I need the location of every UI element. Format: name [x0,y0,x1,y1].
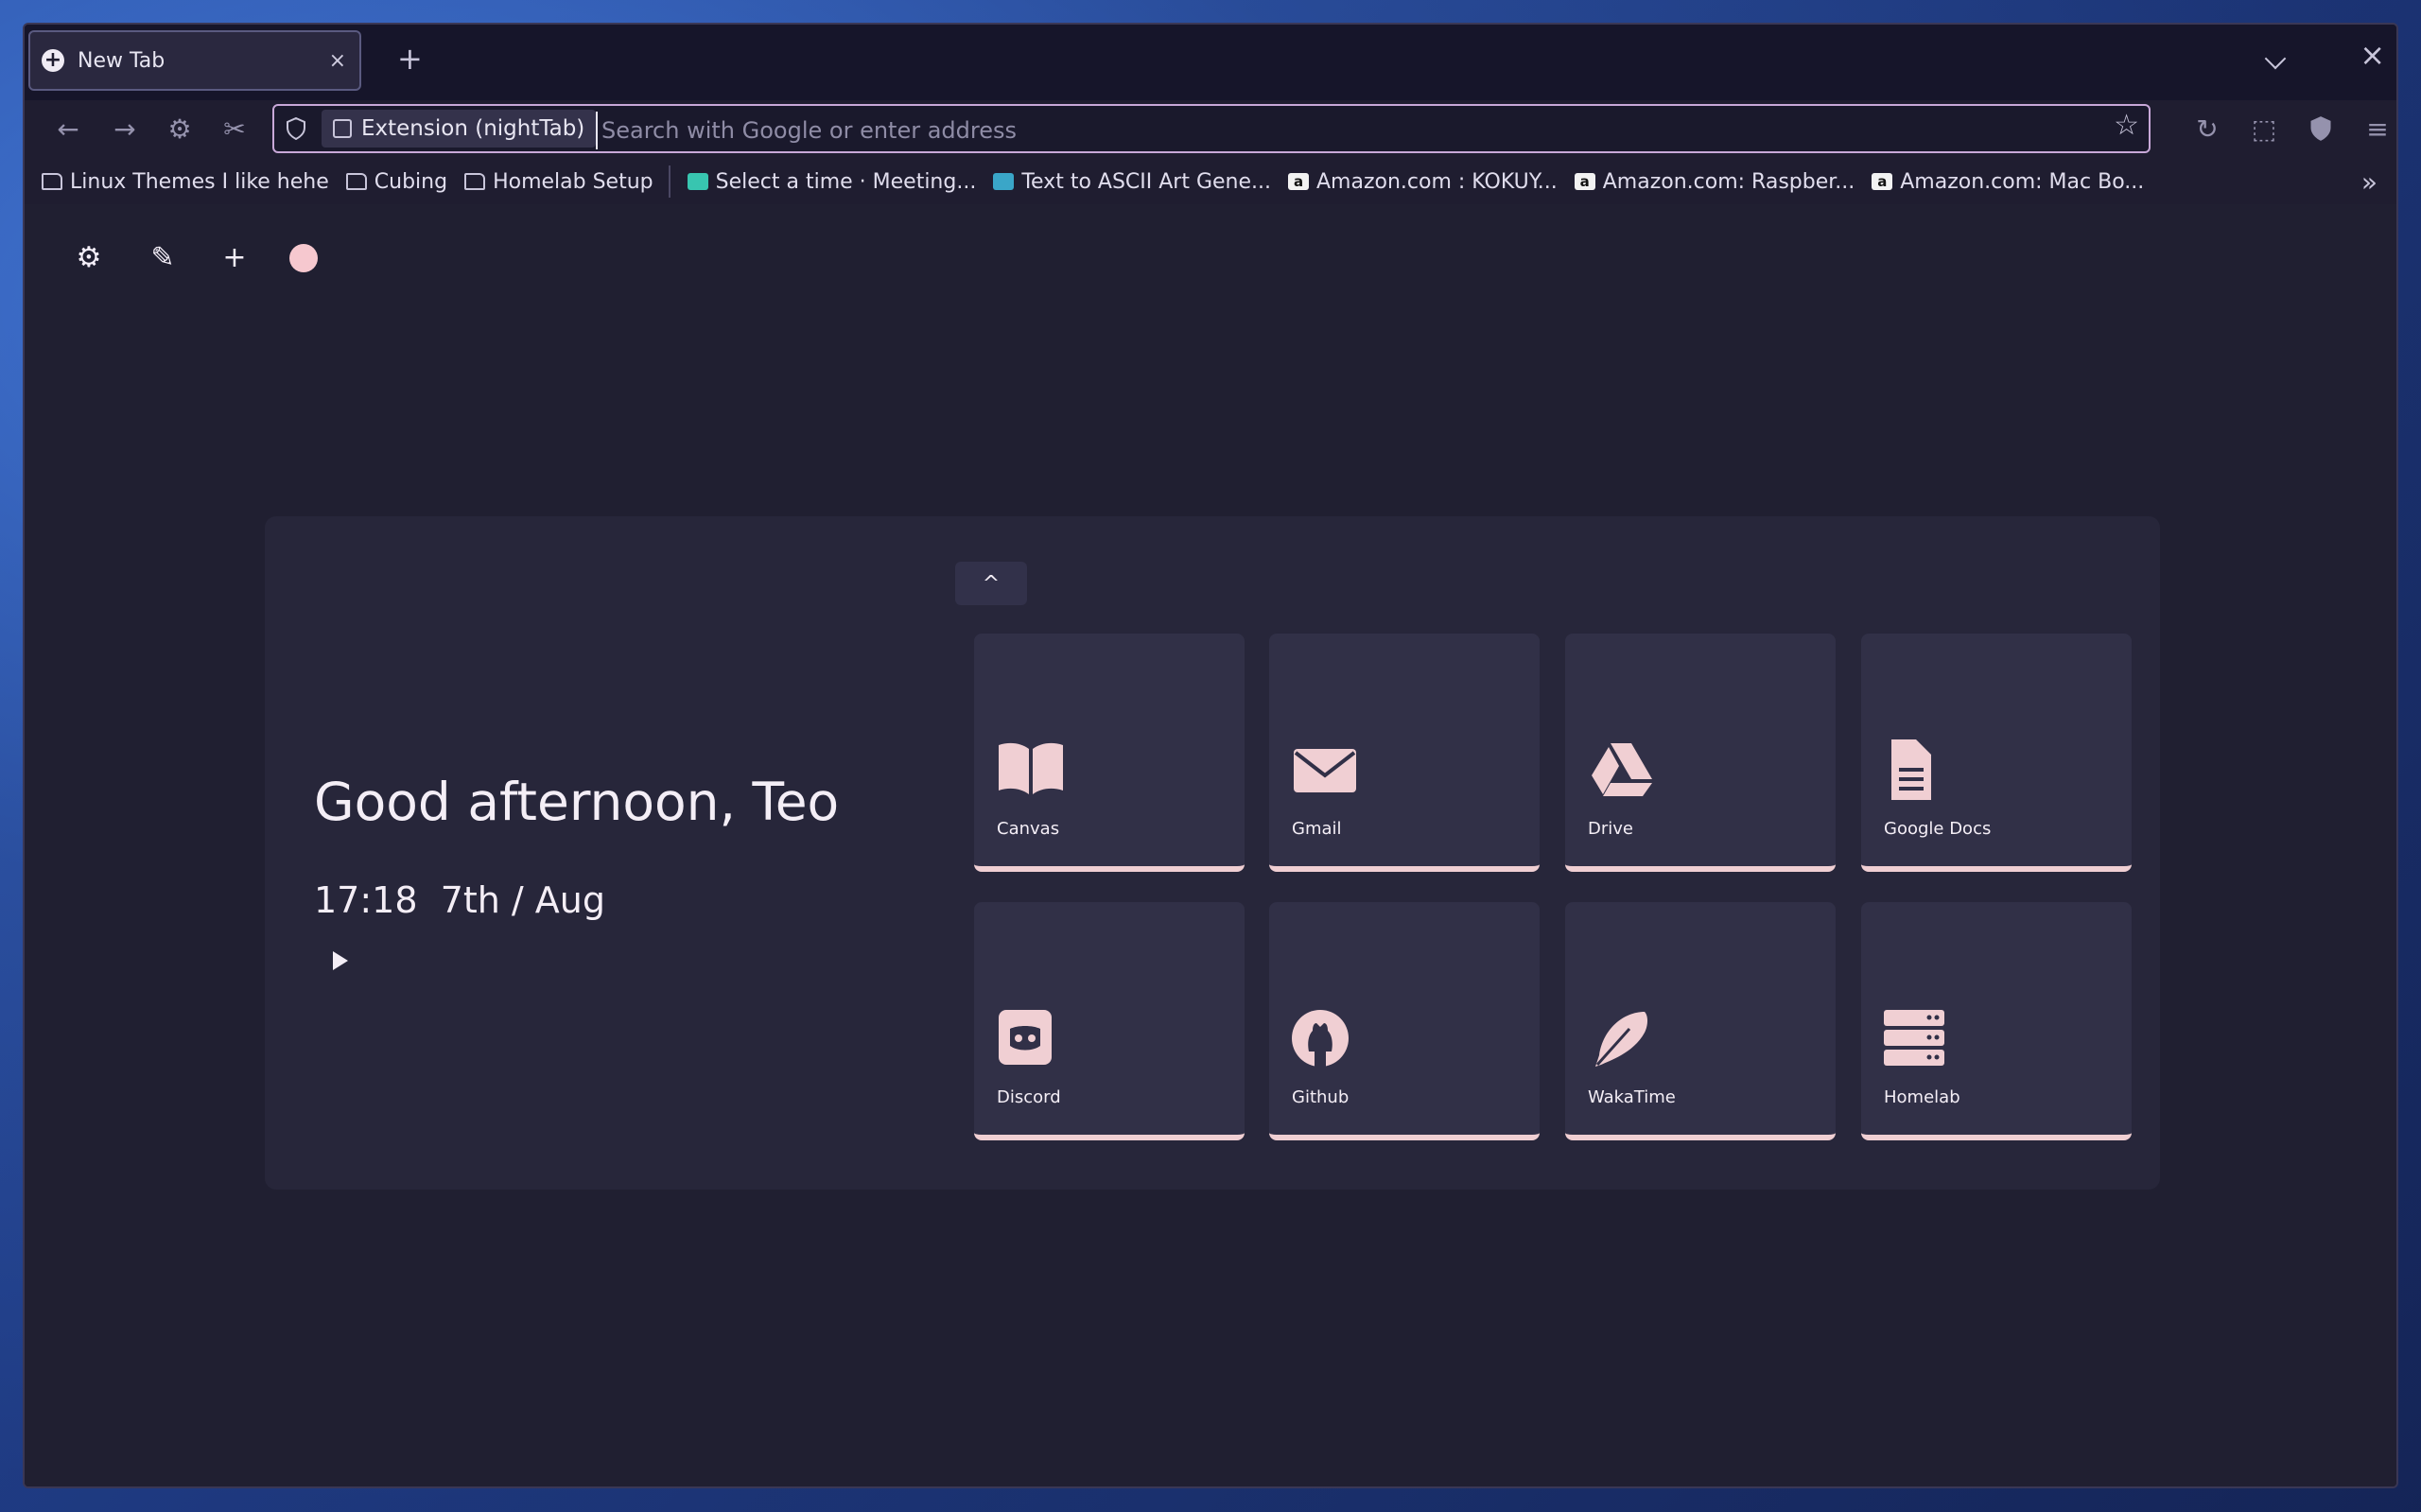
close-tab-icon[interactable]: × [329,49,346,73]
tile-label: Google Docs [1884,819,1992,839]
list-tabs-icon[interactable] [2264,47,2287,70]
bookmark-label: Amazon.com: Raspber... [1602,169,1855,194]
accent-color-button[interactable] [289,244,318,272]
add-plus-icon[interactable]: + [216,238,253,276]
bookmark-ascii-art[interactable]: Text to ASCII Art Gene... [993,170,1271,194]
bookmark-label: Linux Themes I like hehe [70,169,329,194]
bookmark-label: Select a time · Meeting... [715,169,977,194]
bookmark-label: Homelab Setup [493,169,653,194]
time-text: 17:18 [314,879,418,921]
bookmark-amazon-macbook[interactable]: a Amazon.com: Mac Bo... [1872,170,2144,194]
bookmark-star-icon[interactable]: ☆ [2114,112,2139,140]
amazon-icon: a [1574,173,1595,190]
collapse-group-button[interactable]: ^ [955,562,1027,605]
bookmark-folder-homelab-setup[interactable]: Homelab Setup [464,170,653,194]
tile-discord[interactable]: Discord [974,902,1245,1140]
tab-new-tab[interactable]: + New Tab × [28,30,361,91]
mouse-cursor [333,951,348,970]
folder-icon [345,173,367,190]
date-text: 7th / Aug [440,879,606,921]
tile-label: Drive [1588,819,1633,839]
forward-icon[interactable]: → [108,112,142,146]
bookmark-label: Text to ASCII Art Gene... [1021,169,1271,194]
url-input[interactable] [596,112,2079,149]
amazon-icon: a [1872,173,1893,190]
tile-label: Discord [997,1087,1061,1107]
extension-identity-chip[interactable]: Extension (nightTab) [322,110,597,148]
hamburger-menu-icon[interactable]: ≡ [2360,112,2395,146]
puzzle-icon [333,119,352,138]
bookmark-meeting[interactable]: Select a time · Meeting... [687,169,977,194]
bookmark-folder-cubing[interactable]: Cubing [345,169,448,194]
amazon-icon: a [1288,173,1309,190]
bookmark-label: Amazon.com: Mac Bo... [1900,169,2145,194]
plus-icon: + [42,49,64,72]
folder-icon [464,173,486,190]
bookmark-label: Amazon.com : KOKUY... [1316,169,1558,194]
tile-label: Github [1292,1087,1350,1107]
drive-icon [1592,743,1652,796]
new-tab-button[interactable]: + [397,43,423,74]
bookmarks-toolbar: Linux Themes I like hehe Cubing Homelab … [25,159,2396,204]
server-icon [1884,1010,1944,1066]
tab-title: New Tab [78,48,165,73]
bookmark-amazon-raspberry[interactable]: a Amazon.com: Raspber... [1574,169,1855,194]
extensions-icon[interactable]: ⬚ [2247,112,2281,146]
github-icon [1292,1010,1349,1067]
greeting-text: Good afternoon, Teo [314,772,840,832]
nighttab-page: ⚙ ✎ + Good afternoon, Teo 17:18 7th / Au… [25,204,2396,1486]
tile-homelab[interactable]: Homelab [1861,902,2132,1140]
tile-label: Gmail [1292,819,1342,839]
clock-date: 17:18 7th / Aug [314,879,605,921]
edit-pencil-icon[interactable]: ✎ [144,238,182,276]
extension-identity-label: Extension (nightTab) [361,116,585,141]
tile-label: Canvas [997,819,1060,839]
browser-window: + New Tab × + × ← → ⚙ ✂ Extension (night… [23,23,2398,1488]
back-icon[interactable]: ← [51,112,85,146]
feather-icon [1595,1012,1647,1067]
document-icon [1891,739,1931,800]
more-bookmarks-chevron-icon[interactable]: » [2361,166,2377,198]
calendar-site-icon [687,173,708,190]
tile-label: Homelab [1884,1087,1960,1107]
envelope-icon [1294,749,1356,792]
screenshot-icon[interactable]: ✂ [218,112,252,146]
book-icon [999,742,1063,794]
bookmark-folder-linux-themes[interactable]: Linux Themes I like hehe [42,170,329,194]
shield-icon[interactable] [286,117,306,140]
tile-gmail[interactable]: Gmail [1269,634,1540,872]
ascii-site-icon [993,173,1015,190]
tile-label: WakaTime [1588,1087,1676,1107]
tile-google-docs[interactable]: Google Docs [1861,634,2132,872]
dashboard-panel: Good afternoon, Teo 17:18 7th / Aug ^ Ca… [265,516,2160,1190]
bookmark-label: Cubing [374,169,448,194]
discord-icon [999,1010,1052,1065]
folder-icon [42,173,62,190]
gear-icon[interactable]: ⚙ [163,112,197,146]
tile-canvas[interactable]: Canvas [974,634,1245,872]
window-close-button[interactable]: × [2360,40,2385,70]
tab-bar: + New Tab × + × [25,25,2396,100]
tile-wakatime[interactable]: WakaTime [1565,902,1836,1140]
tile-github[interactable]: Github [1269,902,1540,1140]
ublock-shield-icon[interactable] [2304,112,2338,146]
bookmark-amazon-kokuy[interactable]: a Amazon.com : KOKUY... [1288,170,1558,194]
reload-icon[interactable]: ↻ [2190,112,2224,146]
tile-drive[interactable]: Drive [1565,634,1836,872]
settings-gear-icon[interactable]: ⚙ [70,238,108,276]
navigation-toolbar: ← → ⚙ ✂ Extension (nightTab) ☆ ↻ ⬚ ≡ [25,100,2396,159]
address-bar[interactable]: Extension (nightTab) ☆ [272,104,2151,153]
bookmark-separator [668,165,671,198]
